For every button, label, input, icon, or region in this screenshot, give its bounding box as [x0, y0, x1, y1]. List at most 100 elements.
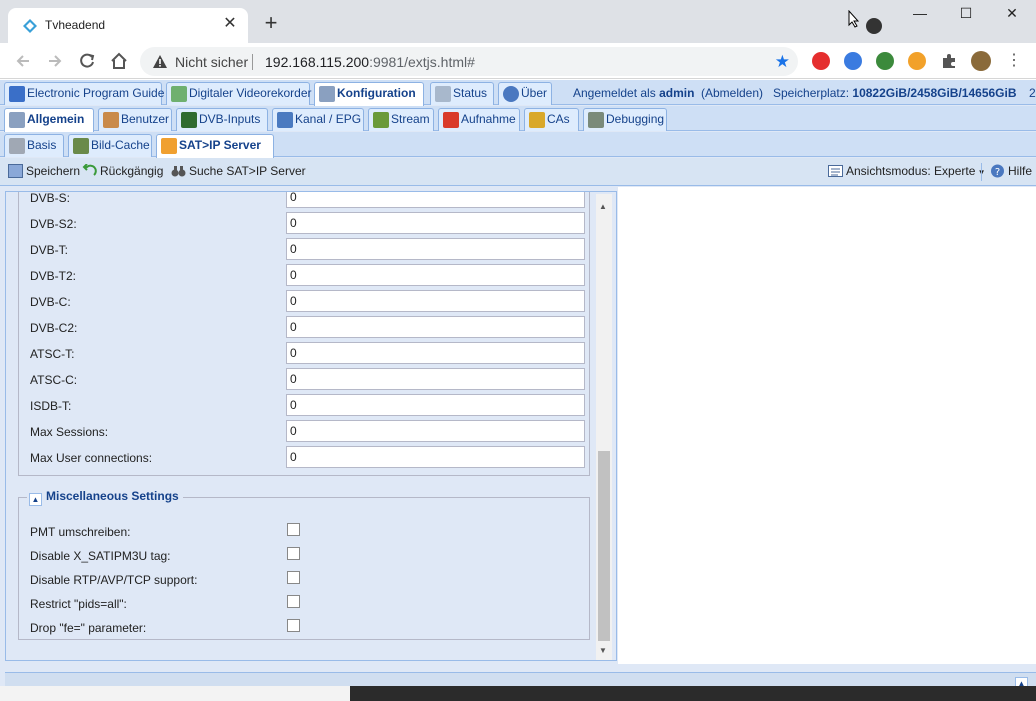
browser-menu-icon[interactable]: ⋮	[1006, 52, 1022, 70]
pmt-rewrite-checkbox[interactable]	[287, 523, 300, 536]
tab-label: SAT>IP Server	[179, 138, 261, 152]
key-icon	[529, 112, 545, 128]
url-host: 192.168.115.200	[265, 54, 370, 70]
profile-dropdown-icon[interactable]	[866, 18, 882, 34]
field-label: DVB-T:	[30, 243, 69, 257]
storage-value: 10822GiB/2458GiB/14656GiB	[852, 86, 1017, 100]
tab-label: Debugging	[606, 112, 665, 126]
browser-tab-title: Tvheadend	[45, 18, 106, 32]
drop-fe-checkbox[interactable]	[287, 619, 300, 632]
profile-avatar[interactable]	[971, 51, 991, 71]
field-label: DVB-S:	[30, 191, 71, 205]
tab-status[interactable]: Status	[430, 82, 494, 105]
misc-settings-legend[interactable]: ▲ Miscellaneous Settings	[27, 489, 183, 506]
login-prefix: Angemeldet als	[573, 86, 656, 100]
green-extension-icon[interactable]	[876, 52, 894, 70]
general-tab-strip: Basis Bild-Cache SAT>IP Server	[0, 132, 1036, 158]
tab-aufnahme[interactable]: Aufnahme	[438, 108, 520, 131]
image-cache-icon	[73, 138, 89, 154]
tab-ueber[interactable]: Über	[498, 82, 552, 105]
tab-konfiguration[interactable]: Konfiguration	[314, 82, 424, 106]
tab-satip-server[interactable]: SAT>IP Server	[156, 134, 274, 158]
field-label: DVB-S2:	[30, 217, 77, 231]
field-row-dvb-t2: DVB-T2:	[19, 264, 585, 290]
help-button[interactable]: ? Hilfe	[990, 164, 1032, 178]
max-user-connections-input[interactable]	[286, 446, 585, 468]
restrict-pids-checkbox[interactable]	[287, 595, 300, 608]
scroll-down-icon[interactable]: ▼	[599, 646, 607, 655]
tab-label: Digitaler Videorekorder	[189, 86, 312, 100]
epg-icon	[9, 86, 25, 102]
dvb-t2-input[interactable]	[286, 264, 585, 286]
tab-cas[interactable]: CAs	[524, 108, 579, 131]
tab-label: Benutzer	[121, 112, 170, 126]
search-satip-button[interactable]: Suche SAT>IP Server	[171, 164, 306, 178]
atsc-c-input[interactable]	[286, 368, 585, 390]
undo-button[interactable]: Rückgängig	[82, 164, 163, 178]
save-icon	[8, 164, 23, 178]
tab-stream[interactable]: Stream	[368, 108, 434, 131]
tab-bild-cache[interactable]: Bild-Cache	[68, 134, 152, 157]
dvb-s2-input[interactable]	[286, 212, 585, 234]
form-scrollbar[interactable]: ▲ ▼	[596, 194, 612, 660]
view-mode-label: Ansichtsmodus: Experte	[846, 164, 976, 178]
field-label: DVB-T2:	[30, 269, 77, 283]
disable-satipm3u-checkbox[interactable]	[287, 547, 300, 560]
extensions-puzzle-icon[interactable]	[940, 52, 958, 70]
tab-label: DVB-Inputs	[199, 112, 261, 126]
max-sessions-input[interactable]	[286, 420, 585, 442]
minimize-icon[interactable]: —	[900, 5, 940, 27]
dvb-s-input[interactable]	[286, 192, 585, 208]
forward-icon[interactable]	[44, 50, 66, 72]
tab-dvb-inputs[interactable]: DVB-Inputs	[176, 108, 268, 131]
dvb-c-input[interactable]	[286, 290, 585, 312]
tab-debugging[interactable]: Debugging	[583, 108, 667, 131]
tools-icon	[9, 112, 25, 128]
bug-icon	[588, 112, 604, 128]
tab-epg[interactable]: Electronic Program Guide	[4, 82, 164, 105]
checkbox-row-disable-satipm3u: Disable X_SATIPM3U tag:	[19, 544, 579, 570]
tab-dvr[interactable]: Digitaler Videorekorder	[166, 82, 312, 105]
home-icon[interactable]	[108, 50, 130, 72]
tab-label: Stream	[391, 112, 430, 126]
view-mode-dropdown[interactable]: Ansichtsmodus: Experte ▼	[828, 164, 986, 178]
isdb-t-input[interactable]	[286, 394, 585, 416]
disable-rtp-tcp-checkbox[interactable]	[287, 571, 300, 584]
maximize-icon[interactable]: ☐	[946, 5, 986, 27]
atsc-t-input[interactable]	[286, 342, 585, 364]
field-row-dvb-c2: DVB-C2:	[19, 316, 585, 342]
save-button[interactable]: Speichern	[8, 164, 80, 178]
adblock-extension-icon[interactable]	[812, 52, 830, 70]
tab-benutzer[interactable]: Benutzer	[98, 108, 172, 131]
checkbox-label: Drop "fe=" parameter:	[30, 621, 147, 635]
new-tab-icon[interactable]: +	[260, 12, 282, 34]
chat-extension-icon[interactable]	[844, 52, 862, 70]
field-label: ISDB-T:	[30, 399, 72, 413]
dvb-t-input[interactable]	[286, 238, 585, 260]
checkbox-row-pmt-rewrite: PMT umschreiben:	[19, 520, 579, 546]
checkbox-row-disable-rtp-tcp: Disable RTP/AVP/TCP support:	[19, 568, 579, 594]
tab-allgemein[interactable]: Allgemein	[4, 108, 94, 132]
collapse-toggle-icon[interactable]: ▲	[29, 493, 42, 506]
taskbar-search[interactable]	[0, 686, 350, 701]
dvr-icon	[171, 86, 187, 102]
close-tab-icon[interactable]: ✕	[220, 14, 240, 34]
checkbox-row-drop-fe: Drop "fe=" parameter:	[19, 616, 579, 642]
scroll-up-icon[interactable]: ▲	[599, 202, 607, 211]
bookmark-star-icon[interactable]: ★	[775, 52, 790, 72]
browser-tab[interactable]: Tvheadend ✕	[8, 8, 248, 43]
scrollbar-thumb[interactable]	[598, 451, 610, 641]
dvb-c2-input[interactable]	[286, 316, 585, 338]
reload-icon[interactable]	[76, 50, 98, 72]
satellite-icon	[161, 138, 177, 154]
tab-label: CAs	[547, 112, 570, 126]
address-bar[interactable]: Nicht sicher 192.168.115.200:9981/extjs.…	[140, 47, 798, 76]
tab-kanal-epg[interactable]: Kanal / EPG	[272, 108, 364, 131]
tab-basis[interactable]: Basis	[4, 134, 64, 157]
close-window-icon[interactable]: ✕	[992, 5, 1032, 27]
help-icon: ?	[991, 164, 1004, 178]
coupon-extension-icon[interactable]	[908, 52, 926, 70]
misc-settings-fieldset: ▲ Miscellaneous Settings PMT umschreiben:…	[18, 489, 590, 642]
logout-link[interactable]: (Abmelden)	[701, 86, 763, 100]
back-icon[interactable]	[12, 50, 34, 72]
